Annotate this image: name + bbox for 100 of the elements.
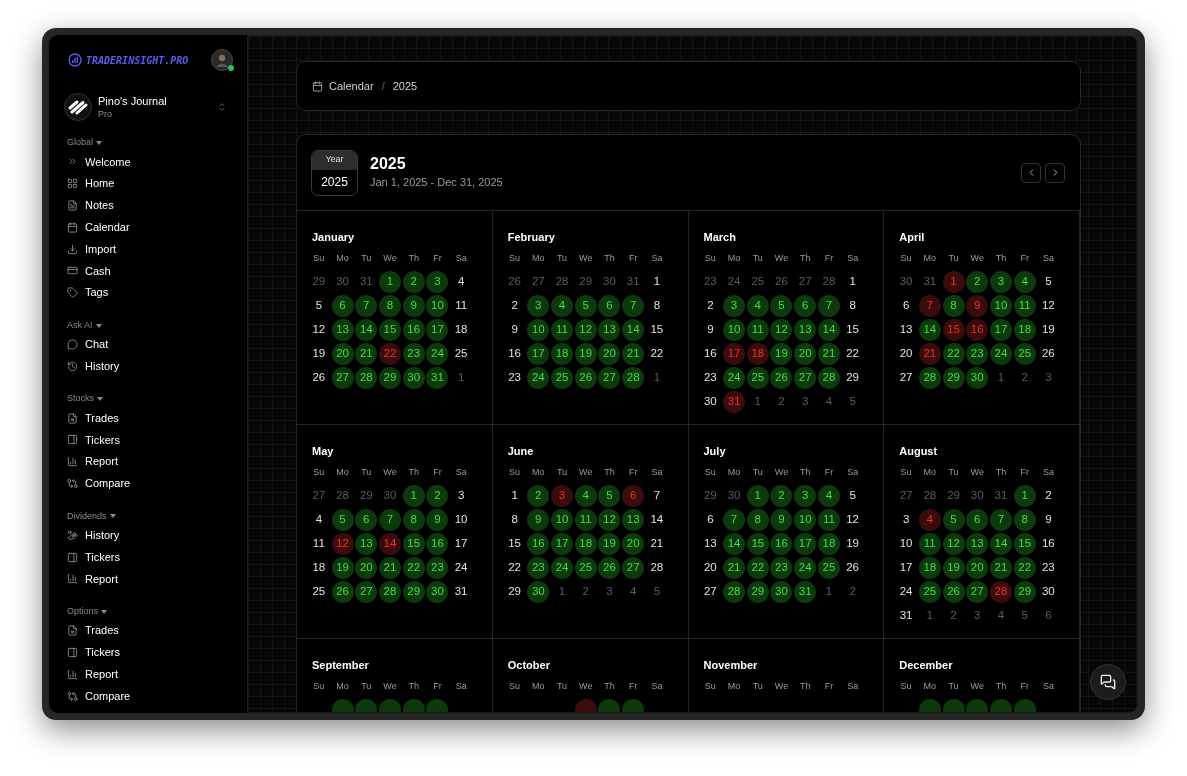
day-number[interactable]: 17 (527, 342, 550, 365)
day-number[interactable]: 26 (841, 556, 864, 579)
day-number[interactable]: 31 (450, 580, 473, 603)
day-number[interactable]: 17 (551, 532, 574, 555)
day-number[interactable]: 23 (966, 342, 989, 365)
day-number[interactable]: 9 (402, 294, 425, 317)
sidebar-item[interactable]: Notes (61, 194, 235, 217)
day-number[interactable]: 30 (966, 366, 989, 389)
journal-switcher[interactable]: Pino's Journal Pro (61, 93, 235, 121)
day-number[interactable]: 1 (942, 270, 965, 293)
day-number[interactable]: 21 (622, 342, 645, 365)
day-number[interactable]: 27 (598, 366, 621, 389)
day-number[interactable]: 18 (551, 342, 574, 365)
day-number[interactable]: 5 (942, 508, 965, 531)
day-number[interactable]: 20 (794, 342, 817, 365)
day-number[interactable]: 31 (895, 604, 918, 627)
day-number[interactable]: 11 (307, 532, 330, 555)
day-number[interactable]: 4 (574, 484, 597, 507)
day-number[interactable]: 23 (1037, 556, 1060, 579)
day-number[interactable]: 24 (723, 366, 746, 389)
day-number[interactable]: 27 (895, 366, 918, 389)
day-number[interactable]: 22 (1013, 556, 1036, 579)
day-number[interactable]: 10 (551, 508, 574, 531)
day-number[interactable]: 24 (989, 342, 1012, 365)
day-number[interactable]: 26 (574, 366, 597, 389)
brand-name[interactable]: TRADERINSIGHT.PRO (86, 52, 189, 68)
day-number[interactable]: 24 (527, 366, 550, 389)
day-number[interactable]: 14 (723, 532, 746, 555)
day-number[interactable]: 26 (307, 366, 330, 389)
day-number[interactable]: 7 (817, 294, 840, 317)
sidebar-item[interactable]: Import (61, 238, 235, 260)
day-number[interactable]: 25 (746, 366, 769, 389)
day-number[interactable]: 7 (622, 294, 645, 317)
day-number[interactable]: 5 (841, 484, 864, 507)
day-number[interactable]: 21 (989, 556, 1012, 579)
day-number[interactable]: 21 (723, 556, 746, 579)
day-number[interactable]: 17 (794, 532, 817, 555)
day-number[interactable]: 12 (770, 318, 793, 341)
day-number[interactable]: 1 (402, 484, 425, 507)
day-number[interactable]: 10 (989, 294, 1012, 317)
day-number[interactable]: 10 (723, 318, 746, 341)
day-number[interactable]: 7 (645, 484, 668, 507)
day-number[interactable]: 12 (574, 318, 597, 341)
day-number[interactable]: 2 (527, 484, 550, 507)
day-number[interactable]: 15 (746, 532, 769, 555)
day-number[interactable]: 24 (551, 556, 574, 579)
day-number[interactable]: 29 (942, 366, 965, 389)
day-number[interactable]: 6 (794, 294, 817, 317)
day-number[interactable]: 27 (622, 556, 645, 579)
previous-button[interactable] (1021, 162, 1041, 183)
day-number[interactable]: 2 (426, 484, 449, 507)
day-number[interactable]: 1 (746, 484, 769, 507)
day-number[interactable]: 20 (699, 556, 722, 579)
day-number[interactable]: 4 (307, 508, 330, 531)
day-number[interactable]: 19 (1037, 318, 1060, 341)
day-number[interactable]: 12 (942, 532, 965, 555)
day-number[interactable]: 12 (841, 508, 864, 531)
day-number[interactable]: 25 (1013, 342, 1036, 365)
day-number[interactable]: 20 (966, 556, 989, 579)
day-number[interactable]: 12 (598, 508, 621, 531)
day-number[interactable]: 30 (770, 580, 793, 603)
day-number[interactable]: 28 (645, 556, 668, 579)
day-number[interactable]: 14 (355, 318, 378, 341)
day-number[interactable]: 18 (307, 556, 330, 579)
day-number[interactable]: 23 (527, 556, 550, 579)
day-number[interactable]: 16 (699, 342, 722, 365)
day-number[interactable]: 1 (379, 270, 401, 293)
day-number[interactable]: 22 (746, 556, 769, 579)
day-number[interactable]: 28 (379, 580, 401, 603)
section-title[interactable]: Stocks (67, 392, 94, 406)
day-number[interactable]: 19 (331, 556, 354, 579)
day-number[interactable]: 7 (989, 508, 1012, 531)
day-number[interactable]: 26 (942, 580, 965, 603)
day-number[interactable]: 21 (918, 342, 941, 365)
day-number[interactable]: 30 (1037, 580, 1060, 603)
day-number[interactable]: 7 (355, 294, 378, 317)
day-number[interactable]: 8 (503, 508, 526, 531)
day-number[interactable]: 26 (598, 556, 621, 579)
day-number[interactable]: 2 (699, 294, 722, 317)
day-number[interactable]: 10 (895, 532, 918, 555)
sidebar-item[interactable]: Compare (61, 685, 235, 707)
day-number[interactable]: 3 (450, 484, 473, 507)
day-number[interactable]: 22 (379, 342, 401, 365)
day-number[interactable]: 27 (966, 580, 989, 603)
day-number[interactable]: 1 (503, 484, 526, 507)
day-number[interactable]: 24 (426, 342, 449, 365)
sidebar-item[interactable]: History (61, 524, 235, 547)
day-number[interactable]: 8 (746, 508, 769, 531)
day-number[interactable]: 23 (770, 556, 793, 579)
day-number[interactable]: 27 (331, 366, 354, 389)
day-number[interactable]: 29 (379, 366, 401, 389)
day-number[interactable]: 2 (1037, 484, 1060, 507)
day-number[interactable]: 5 (770, 294, 793, 317)
sidebar-item[interactable]: Calendar (61, 216, 235, 239)
day-number[interactable]: 1 (841, 270, 864, 293)
day-number[interactable]: 3 (723, 294, 746, 317)
day-number[interactable]: 1 (1013, 484, 1036, 507)
day-number[interactable]: 30 (527, 580, 550, 603)
day-number[interactable]: 11 (918, 532, 941, 555)
day-number[interactable]: 8 (841, 294, 864, 317)
